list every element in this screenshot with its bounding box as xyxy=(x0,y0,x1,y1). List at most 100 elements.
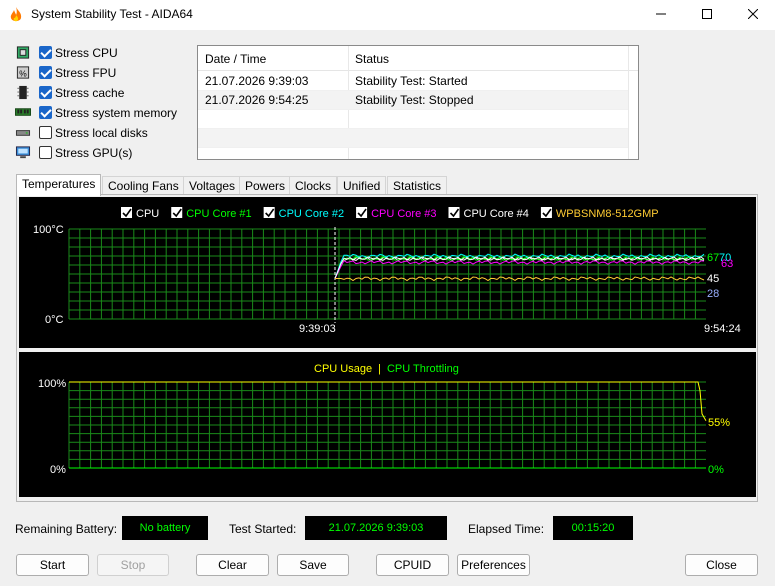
chart-grid xyxy=(68,381,706,469)
stop-button[interactable]: Stop xyxy=(97,554,169,576)
stress-option-label: Stress GPU(s) xyxy=(55,146,133,160)
clear-button[interactable]: Clear xyxy=(196,554,269,576)
minimize-icon xyxy=(656,13,666,15)
legend-label: CPU Core #4 xyxy=(464,208,529,220)
y-axis-top-label: 100°C xyxy=(33,224,64,236)
series-line xyxy=(334,256,705,279)
temperature-current-values: 67 70634528 xyxy=(707,252,733,300)
remaining-battery-value: No battery xyxy=(122,516,208,540)
cpu-usage-chart: CPU Usage | CPU Throttling 100% 0% 55% 0% xyxy=(19,352,756,497)
legend-label: CPU Core #3 xyxy=(371,208,436,220)
elapsed-time-label: Elapsed Time: xyxy=(468,522,545,536)
temperature-series xyxy=(334,227,705,323)
log-datetime: 21.07.2026 9:39:03 xyxy=(205,74,309,88)
save-button[interactable]: Save xyxy=(277,554,349,576)
log-header: Date / Time Status xyxy=(198,46,638,71)
minimize-button[interactable] xyxy=(638,0,684,28)
legend-label: WPBSNM8-512GMP xyxy=(556,208,659,220)
legend-label: CPU Core #1 xyxy=(186,208,251,220)
y-axis-bottom-label: 0°C xyxy=(45,314,64,326)
window-title: System Stability Test - AIDA64 xyxy=(31,7,193,21)
stress-option-label: Stress local disks xyxy=(55,126,148,140)
cpu-chip-icon xyxy=(16,46,30,59)
tab-cooling-fans[interactable]: Cooling Fans xyxy=(102,176,185,195)
column-header-status[interactable]: Status xyxy=(355,52,389,66)
current-value-label: 63 xyxy=(721,258,733,270)
x-axis-end-label: 9:54:24 xyxy=(704,323,741,335)
log-row[interactable]: 21.07.2026 9:39:03 Stability Test: Start… xyxy=(198,72,628,91)
y-axis-top-label: 100% xyxy=(38,378,66,390)
legend-label: CPU Throttling xyxy=(387,363,459,375)
preferences-button[interactable]: Preferences xyxy=(457,554,530,576)
legend-label: CPU Usage xyxy=(314,363,372,375)
tab-powers[interactable]: Powers xyxy=(239,176,292,195)
legend-label: CPU Core #2 xyxy=(279,208,344,220)
test-started-value: 21.07.2026 9:39:03 xyxy=(305,516,447,540)
cpu-usage-line xyxy=(69,381,707,421)
start-button[interactable]: Start xyxy=(16,554,89,576)
series-line xyxy=(334,260,705,279)
log-status: Stability Test: Started xyxy=(355,74,468,88)
tab-clocks[interactable]: Clocks xyxy=(289,176,338,195)
cache-icon xyxy=(17,85,29,100)
tab-unified[interactable]: Unified xyxy=(337,176,387,195)
stress-option-stress-gpu-s[interactable]: Stress GPU(s) xyxy=(15,144,185,162)
tab-voltages[interactable]: Voltages xyxy=(183,176,242,195)
fpu-chip-icon: % xyxy=(16,66,30,79)
log-row[interactable]: 21.07.2026 9:54:25 Stability Test: Stopp… xyxy=(198,91,628,110)
usage-legend: CPU Usage | CPU Throttling xyxy=(314,363,459,375)
stress-option-label: Stress FPU xyxy=(55,66,117,80)
close-button[interactable]: Close xyxy=(685,554,758,576)
temperature-chart: CPU CPU Core #1 CPU Core #2 CPU Core #3 CPU … xyxy=(19,197,756,348)
tab-temperatures[interactable]: Temperatures xyxy=(16,174,102,196)
y-axis-bottom-label: 0% xyxy=(50,464,66,476)
column-divider xyxy=(628,46,629,159)
disk-drive-icon xyxy=(15,130,31,136)
stress-option-label: Stress cache xyxy=(55,86,125,100)
close-window-button[interactable] xyxy=(730,0,775,28)
stress-option-stress-cpu[interactable]: Stress CPU xyxy=(15,44,185,62)
maximize-button[interactable] xyxy=(684,0,730,28)
usage-current-value: 55% xyxy=(708,417,730,429)
log-row-empty xyxy=(198,110,628,129)
checkbox[interactable] xyxy=(39,106,52,119)
current-value-label: 67 xyxy=(707,252,719,264)
checkbox[interactable] xyxy=(39,46,52,59)
stress-option-stress-fpu[interactable]: % Stress FPU xyxy=(15,64,185,82)
legend-label: | xyxy=(378,363,381,375)
title-bar: System Stability Test - AIDA64 xyxy=(0,0,775,30)
x-axis-start-label: 9:39:03 xyxy=(299,323,336,335)
maximize-icon xyxy=(702,9,712,19)
svg-text:%: % xyxy=(19,68,27,78)
current-value-label: 28 xyxy=(707,288,719,300)
column-header-datetime[interactable]: Date / Time xyxy=(205,52,266,66)
status-log-list[interactable]: Date / Time Status 21.07.2026 9:39:03 St… xyxy=(197,45,639,160)
tab-statistics[interactable]: Statistics xyxy=(387,176,448,195)
memory-module-icon xyxy=(15,108,31,116)
cpuid-button[interactable]: CPUID xyxy=(376,554,449,576)
elapsed-time-value: 00:15:20 xyxy=(553,516,633,540)
checkbox[interactable] xyxy=(39,66,52,79)
temperature-legend: CPU CPU Core #1 CPU Core #2 CPU Core #3 CPU … xyxy=(121,207,659,220)
graph-tabs: Temperatures Cooling Fans Voltages Power… xyxy=(16,174,476,196)
checkbox[interactable] xyxy=(39,146,52,159)
log-datetime: 21.07.2026 9:54:25 xyxy=(205,93,309,107)
stress-option-stress-cache[interactable]: Stress cache xyxy=(15,84,185,102)
remaining-battery-label: Remaining Battery: xyxy=(15,522,118,536)
close-icon xyxy=(748,9,758,19)
series-line xyxy=(335,276,705,282)
stress-option-stress-system-memory[interactable]: Stress system memory xyxy=(15,104,185,122)
gpu-icon xyxy=(15,146,31,159)
stress-option-label: Stress system memory xyxy=(55,106,178,120)
checkbox[interactable] xyxy=(39,126,52,139)
stress-option-stress-local-disks[interactable]: Stress local disks xyxy=(15,124,185,142)
log-row-empty xyxy=(198,129,628,148)
aida64-flame-icon xyxy=(10,7,22,22)
checkbox[interactable] xyxy=(39,86,52,99)
throttling-current-value: 0% xyxy=(708,464,724,476)
current-value-label: 45 xyxy=(707,273,719,285)
log-status: Stability Test: Stopped xyxy=(355,93,474,107)
test-started-label: Test Started: xyxy=(229,522,297,536)
chart-grid xyxy=(68,228,706,320)
stress-option-label: Stress CPU xyxy=(55,46,118,60)
